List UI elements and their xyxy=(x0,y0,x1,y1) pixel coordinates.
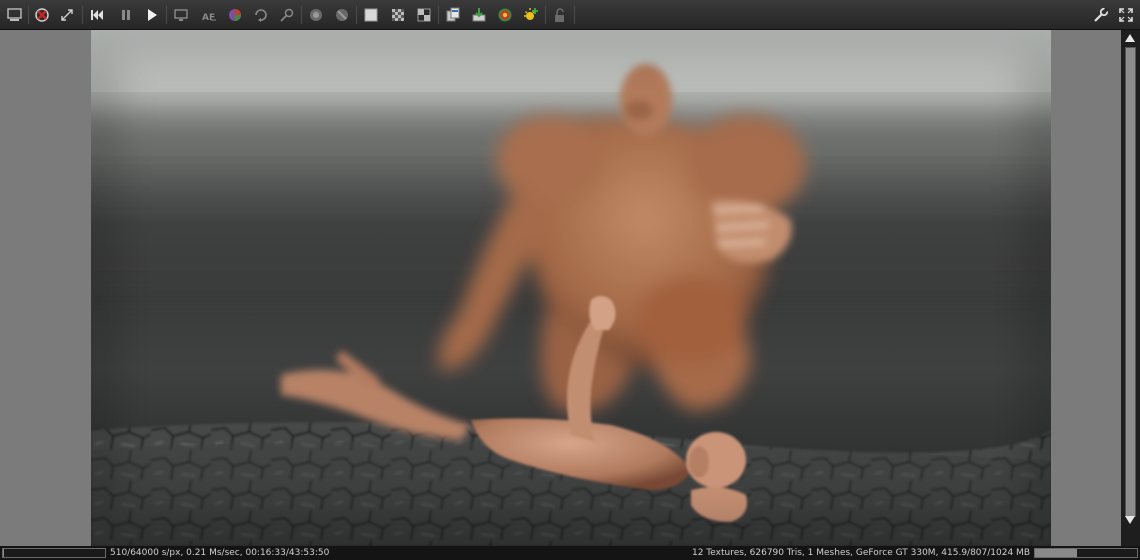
resize-icon xyxy=(61,9,73,21)
light-icon xyxy=(524,8,538,20)
scroll-up-icon[interactable] xyxy=(1124,33,1136,43)
lock-button[interactable] xyxy=(551,6,569,24)
play-icon xyxy=(148,9,157,21)
settings-wrench-icon xyxy=(1094,7,1109,22)
color-picker-icon xyxy=(229,9,241,21)
copy-icon xyxy=(446,7,460,22)
fullscreen-button[interactable] xyxy=(1117,6,1135,24)
render-region-button[interactable] xyxy=(307,6,325,24)
play-button[interactable] xyxy=(143,6,161,24)
material-button[interactable] xyxy=(496,6,514,24)
screenshot-button[interactable] xyxy=(6,6,24,24)
import-icon xyxy=(472,8,486,22)
screenshot-icon xyxy=(7,8,22,21)
memory-usage-bar xyxy=(1034,548,1138,558)
render-region-cancel-icon xyxy=(336,9,348,21)
rendered-scene-image xyxy=(91,30,1051,546)
restart-icon xyxy=(91,10,103,20)
vertical-scrollbar[interactable] xyxy=(1121,30,1140,546)
render-progress-bar xyxy=(2,548,106,558)
cancel-render-button[interactable] xyxy=(33,6,51,24)
pause-icon xyxy=(122,10,130,20)
rendered-scene[interactable] xyxy=(91,30,1051,546)
color-picker-button[interactable] xyxy=(226,6,244,24)
toolbar: AF xyxy=(0,0,1140,30)
import-button[interactable] xyxy=(470,6,488,24)
alpha-white-button[interactable] xyxy=(362,6,380,24)
camera-rotate-icon xyxy=(255,9,267,22)
render-region-cancel-button[interactable] xyxy=(333,6,351,24)
viewport-icon xyxy=(174,9,188,21)
restart-button[interactable] xyxy=(88,6,106,24)
resize-button[interactable] xyxy=(58,6,76,24)
fullscreen-icon xyxy=(1119,8,1133,22)
material-icon xyxy=(498,8,512,22)
pick-icon xyxy=(280,8,294,22)
cancel-render-icon xyxy=(35,8,49,22)
alpha-checker-button[interactable] xyxy=(389,6,407,24)
render-stats-text: 510/64000 s/px, 0.21 Ms/sec, 00:16:33/43… xyxy=(110,548,330,558)
scroll-down-icon[interactable] xyxy=(1124,515,1136,525)
settings-button[interactable] xyxy=(1092,6,1110,24)
pause-button[interactable] xyxy=(117,6,135,24)
lock-icon xyxy=(555,8,564,22)
pick-button[interactable] xyxy=(278,6,296,24)
alpha-black-button[interactable] xyxy=(415,6,433,24)
light-button[interactable] xyxy=(522,6,540,24)
scene-stats-text: 12 Textures, 626790 Tris, 1 Meshes, GeFo… xyxy=(691,548,1030,558)
status-bar: 510/64000 s/px, 0.21 Ms/sec, 00:16:33/43… xyxy=(0,546,1140,560)
alpha-checker-icon xyxy=(392,9,404,21)
camera-rotate-button[interactable] xyxy=(252,6,270,24)
viewport-button[interactable] xyxy=(172,6,190,24)
alpha-white-icon xyxy=(364,8,378,22)
scrollbar-thumb[interactable] xyxy=(1125,47,1136,517)
alpha-black-icon xyxy=(417,8,431,22)
render-region-icon xyxy=(310,9,322,21)
svg-text:AF: AF xyxy=(202,13,215,23)
autofocus-icon: AF xyxy=(202,13,216,23)
autofocus-button[interactable]: AF xyxy=(200,6,218,24)
render-viewport[interactable] xyxy=(0,30,1121,546)
copy-button[interactable] xyxy=(444,6,462,24)
